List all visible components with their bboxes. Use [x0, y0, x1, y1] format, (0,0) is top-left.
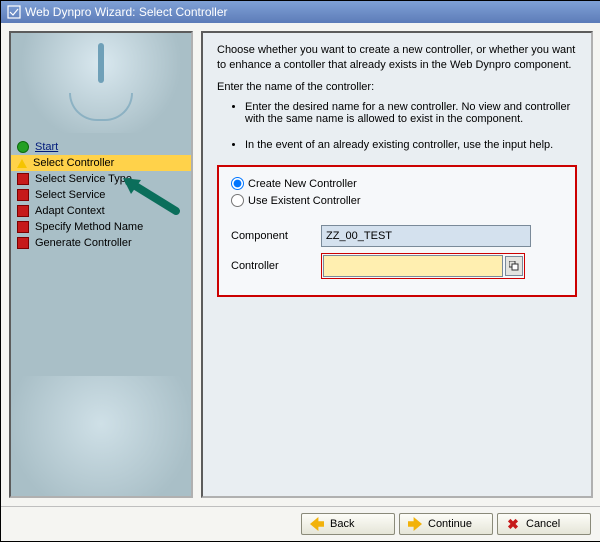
step-start[interactable]: Start	[11, 139, 191, 155]
wizard-footer: Back Continue ✖ Cancel	[1, 506, 600, 541]
titlebar: Web Dynpro Wizard: Select Controller	[1, 1, 600, 23]
arrow-left-icon	[310, 517, 324, 531]
component-label: Component	[231, 230, 321, 242]
status-done-icon	[17, 141, 29, 153]
value-help-icon	[509, 261, 519, 271]
step-specify-method-name[interactable]: Specify Method Name	[11, 219, 191, 235]
controller-label: Controller	[231, 260, 321, 272]
status-current-icon	[17, 159, 27, 168]
step-select-controller[interactable]: Select Controller	[11, 155, 191, 171]
button-label: Back	[330, 518, 354, 530]
controller-value-help-button[interactable]	[505, 256, 523, 276]
step-label: Specify Method Name	[35, 221, 143, 233]
status-pending-icon	[17, 237, 29, 249]
instruction-text-1: Choose whether you want to create a new …	[217, 43, 577, 74]
back-button[interactable]: Back	[301, 513, 395, 535]
wizard-sidebar: Start Select Controller Select Service T…	[9, 31, 193, 498]
radio-label: Create New Controller	[248, 178, 357, 190]
input-highlight-box: Create New Controller Use Existent Contr…	[217, 165, 577, 297]
step-label: Select Controller	[33, 157, 114, 169]
radio-create-new[interactable]: Create New Controller	[231, 177, 563, 190]
sidebar-decoration-top	[11, 33, 191, 133]
radio-label: Use Existent Controller	[248, 195, 361, 207]
bullet-item: In the event of an already existing cont…	[245, 139, 577, 151]
status-pending-icon	[17, 205, 29, 217]
radio-use-existent[interactable]: Use Existent Controller	[231, 194, 563, 207]
window-title: Web Dynpro Wizard: Select Controller	[25, 5, 228, 19]
button-label: Continue	[428, 518, 472, 530]
app-icon	[7, 5, 21, 19]
step-adapt-context[interactable]: Adapt Context	[11, 203, 191, 219]
step-label: Start	[35, 141, 58, 153]
sidebar-decoration-bottom	[11, 376, 191, 496]
radio-create-new-input[interactable]	[231, 177, 244, 190]
step-generate-controller[interactable]: Generate Controller	[11, 235, 191, 251]
cancel-button[interactable]: ✖ Cancel	[497, 513, 591, 535]
cancel-x-icon: ✖	[506, 517, 520, 531]
instruction-bullets: Enter the desired name for a new control…	[245, 101, 577, 151]
radio-use-existent-input[interactable]	[231, 194, 244, 207]
wizard-main: Choose whether you want to create a new …	[201, 31, 593, 498]
step-label: Select Service	[35, 189, 105, 201]
step-select-service[interactable]: Select Service	[11, 187, 191, 203]
status-pending-icon	[17, 173, 29, 185]
instruction-text-2: Enter the name of the controller:	[217, 80, 577, 95]
controller-field[interactable]	[323, 255, 503, 277]
arrow-right-icon	[408, 517, 422, 531]
continue-button[interactable]: Continue	[399, 513, 493, 535]
step-select-service-type[interactable]: Select Service Type	[11, 171, 191, 187]
button-label: Cancel	[526, 518, 560, 530]
wizard-steps: Start Select Controller Select Service T…	[11, 133, 191, 376]
bullet-item: Enter the desired name for a new control…	[245, 101, 577, 125]
status-pending-icon	[17, 189, 29, 201]
step-label: Generate Controller	[35, 237, 132, 249]
status-pending-icon	[17, 221, 29, 233]
step-label: Select Service Type	[35, 173, 132, 185]
component-field	[321, 225, 531, 247]
step-label: Adapt Context	[35, 205, 105, 217]
